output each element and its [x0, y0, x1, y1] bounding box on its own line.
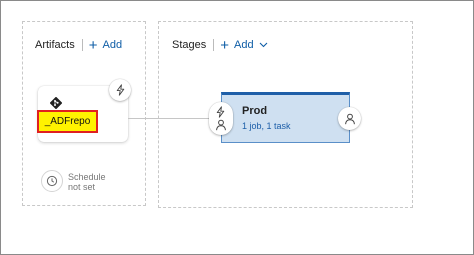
clock-icon	[46, 175, 58, 187]
person-icon	[344, 113, 355, 124]
git-icon	[50, 97, 62, 109]
person-icon	[216, 119, 226, 131]
header-divider	[81, 39, 83, 51]
schedule-button[interactable]	[41, 170, 63, 192]
stages-header: Stages + Add	[172, 36, 268, 54]
stage-card-prod[interactable]	[221, 92, 350, 143]
artifact-name-label[interactable]: _ADFrepo	[37, 110, 98, 133]
add-stage-label: Add	[234, 39, 254, 51]
post-deployment-conditions-button[interactable]	[338, 107, 361, 130]
stage-job-task-link[interactable]: 1 job, 1 task	[242, 121, 291, 131]
artifacts-title: Artifacts	[35, 39, 75, 51]
lightning-icon	[216, 106, 225, 118]
plus-icon: +	[88, 36, 98, 54]
schedule-line-1: Schedule	[68, 172, 106, 182]
chevron-down-icon	[259, 42, 267, 48]
header-divider	[213, 39, 215, 51]
plus-icon: +	[220, 36, 230, 54]
stages-title: Stages	[172, 39, 207, 51]
stage-name[interactable]: Prod	[242, 105, 267, 117]
schedule-line-2: not set	[68, 182, 96, 192]
add-stage-button[interactable]: + Add	[220, 36, 267, 54]
add-artifact-label: Add	[102, 39, 123, 51]
schedule-status: Schedule not set	[68, 172, 106, 192]
lightning-icon	[116, 84, 124, 96]
artifacts-header: Artifacts + Add	[35, 36, 123, 54]
pre-deployment-conditions-button[interactable]	[209, 102, 233, 135]
add-artifact-button[interactable]: + Add	[88, 36, 123, 54]
continuous-deployment-trigger-button[interactable]	[109, 79, 131, 101]
